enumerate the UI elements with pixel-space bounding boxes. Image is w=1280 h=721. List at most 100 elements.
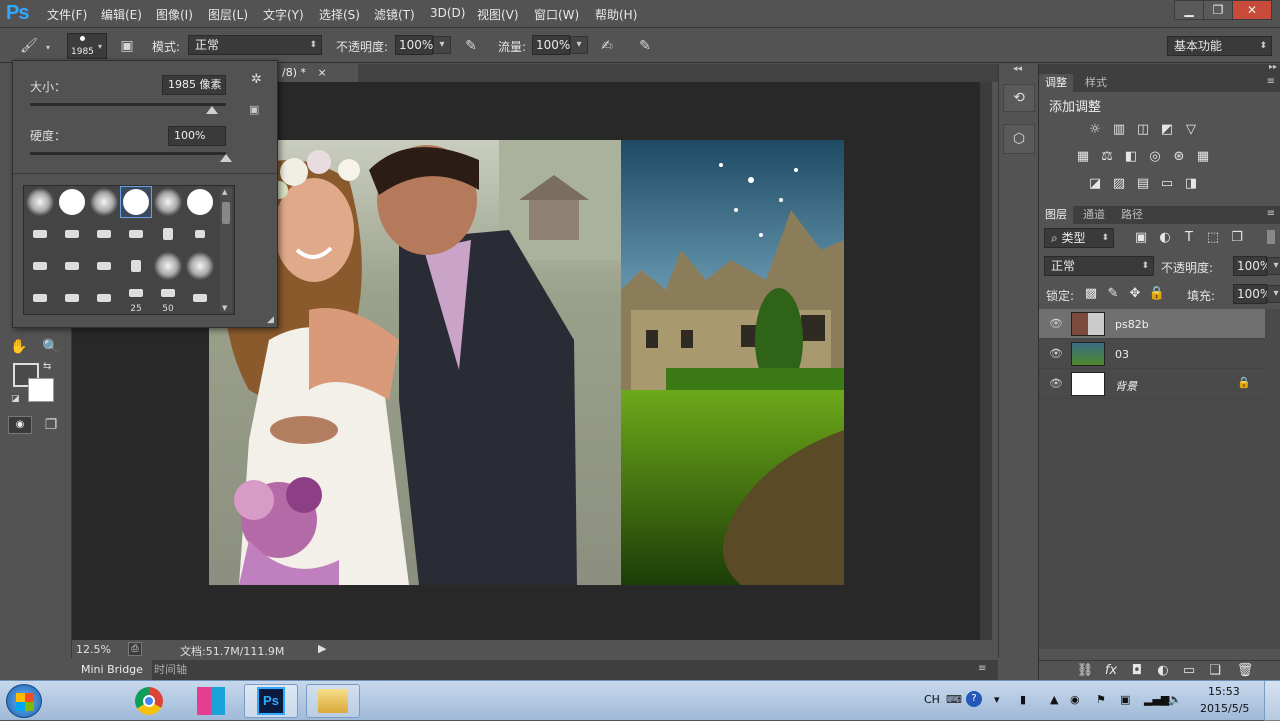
size-input[interactable]: 1985 像素 bbox=[162, 75, 226, 95]
brush-tip-shape[interactable] bbox=[184, 218, 216, 250]
brush-tip-shape[interactable] bbox=[152, 218, 184, 250]
flow-input[interactable]: 100% bbox=[532, 35, 570, 55]
menu-window[interactable]: 窗口(W) bbox=[534, 6, 579, 23]
tab-timeline[interactable]: 时间轴 bbox=[154, 660, 187, 680]
history-panel-icon[interactable]: ⟲ bbox=[1003, 84, 1035, 112]
tab-mini-bridge[interactable]: Mini Bridge bbox=[72, 660, 152, 680]
add-mask-icon[interactable]: ◘ bbox=[1127, 662, 1147, 680]
status-arrow-icon[interactable]: ▶ bbox=[318, 642, 326, 655]
filter-smart-icon[interactable]: ❐ bbox=[1227, 229, 1247, 247]
zoom-level[interactable]: 12.5% bbox=[76, 643, 111, 656]
brush-tip-shape[interactable] bbox=[88, 250, 120, 282]
screen-mode-icon[interactable]: ❐ bbox=[42, 416, 60, 434]
status-share-icon[interactable]: ⎙ bbox=[128, 642, 142, 656]
eye-icon[interactable]: 👁 bbox=[1049, 377, 1063, 391]
tray-menu-icon[interactable]: ▾ bbox=[994, 693, 1000, 706]
vertical-scrollbar[interactable] bbox=[980, 82, 992, 640]
brush-tip-soft-round[interactable] bbox=[24, 186, 56, 218]
tab-paths[interactable]: 路径 bbox=[1115, 206, 1149, 224]
filter-type-icon[interactable]: T bbox=[1179, 229, 1199, 247]
panel-menu-icon[interactable]: ≡ bbox=[1267, 76, 1275, 87]
brush-tip-shape[interactable] bbox=[120, 250, 152, 282]
show-hidden-icons-icon[interactable]: ▲ bbox=[1050, 693, 1058, 706]
clock-date[interactable]: 2015/5/5 bbox=[1200, 702, 1249, 715]
hardness-input[interactable]: 100% bbox=[168, 126, 226, 146]
tab-adjustments[interactable]: 调整 bbox=[1039, 74, 1073, 92]
menu-image[interactable]: 图像(I) bbox=[156, 6, 193, 23]
link-layers-icon[interactable]: ⛓ bbox=[1075, 662, 1095, 680]
resize-grip-icon[interactable]: ◢ bbox=[267, 315, 274, 325]
channel-mixer-icon[interactable]: ⊛ bbox=[1169, 148, 1189, 166]
brush-tip-shape[interactable] bbox=[88, 282, 120, 314]
photo-filter-icon[interactable]: ◎ bbox=[1145, 148, 1165, 166]
tab-layers[interactable]: 图层 bbox=[1039, 206, 1073, 224]
mode-select[interactable]: 正常 ⬍ bbox=[188, 35, 322, 55]
help-icon[interactable]: ? bbox=[966, 691, 982, 707]
quick-mask-icon[interactable]: ◉ bbox=[8, 416, 32, 434]
gradient-map-icon[interactable]: ▭ bbox=[1157, 175, 1177, 193]
new-preset-icon[interactable]: ▣ bbox=[249, 103, 259, 116]
input-language[interactable]: CH bbox=[924, 693, 940, 706]
opacity-input[interactable]: 100% bbox=[395, 35, 433, 55]
brush-tool-icon[interactable]: 🖌 bbox=[20, 37, 38, 55]
hardness-slider-thumb[interactable] bbox=[220, 154, 232, 162]
menu-edit[interactable]: 编辑(E) bbox=[101, 6, 142, 23]
vibrance-icon[interactable]: ▽ bbox=[1181, 121, 1201, 139]
start-button[interactable] bbox=[6, 684, 42, 718]
device-icon[interactable]: ▣ bbox=[1120, 693, 1130, 706]
taskbar-metro-app[interactable] bbox=[184, 684, 238, 718]
curves-icon[interactable]: ◫ bbox=[1133, 121, 1153, 139]
levels-icon[interactable]: ▥ bbox=[1109, 121, 1129, 139]
brush-tip-shape[interactable] bbox=[56, 250, 88, 282]
close-button[interactable]: ✕ bbox=[1232, 0, 1272, 20]
swap-colors-icon[interactable]: ⇆ bbox=[43, 361, 51, 372]
brush-grid-scrollbar[interactable]: ▲ ▼ bbox=[220, 188, 232, 312]
layer-row-03[interactable]: 👁 03 bbox=[1039, 339, 1265, 369]
show-desktop-button[interactable] bbox=[1264, 681, 1280, 721]
brush-preset-picker[interactable]: 1985 ▾ bbox=[67, 33, 107, 59]
brush-panel-toggle-icon[interactable]: ▣ bbox=[118, 37, 136, 55]
balance-icon[interactable]: ⚖ bbox=[1097, 148, 1117, 166]
battery-icon[interactable]: ▮ bbox=[1020, 693, 1026, 706]
opacity-dropdown-icon[interactable]: ▾ bbox=[433, 36, 451, 54]
brush-tip-soft-round[interactable] bbox=[152, 186, 184, 218]
lock-transparency-icon[interactable]: ▩ bbox=[1081, 285, 1101, 303]
tool-preset-arrow-icon[interactable]: ▾ bbox=[46, 43, 50, 52]
flow-dropdown-icon[interactable]: ▾ bbox=[570, 36, 588, 54]
selective-color-icon[interactable]: ◨ bbox=[1181, 175, 1201, 193]
posterize-icon[interactable]: ▨ bbox=[1109, 175, 1129, 193]
scroll-thumb[interactable] bbox=[222, 202, 230, 224]
lock-all-icon[interactable]: 🔒 bbox=[1147, 285, 1167, 303]
fx-icon[interactable]: fx bbox=[1101, 662, 1121, 680]
hue-icon[interactable]: ▦ bbox=[1073, 148, 1093, 166]
hardness-slider[interactable] bbox=[30, 152, 226, 155]
security-icon[interactable]: ◉ bbox=[1070, 693, 1080, 706]
filter-adjustment-icon[interactable]: ◐ bbox=[1155, 229, 1175, 247]
brush-tip-25[interactable]: 25 bbox=[120, 282, 152, 314]
threshold-icon[interactable]: ▤ bbox=[1133, 175, 1153, 193]
new-group-icon[interactable]: ▭ bbox=[1179, 662, 1199, 680]
menu-file[interactable]: 文件(F) bbox=[47, 6, 87, 23]
clock-time[interactable]: 15:53 bbox=[1208, 685, 1240, 698]
zoom-tool-icon[interactable]: 🔍 bbox=[42, 338, 60, 356]
eye-icon[interactable]: 👁 bbox=[1049, 347, 1063, 361]
castle-photo-image[interactable] bbox=[621, 140, 844, 585]
delete-layer-icon[interactable]: 🗑 bbox=[1235, 662, 1255, 680]
brush-tip-shape[interactable] bbox=[120, 218, 152, 250]
blend-mode-select[interactable]: 正常 ⬍ bbox=[1044, 256, 1154, 276]
brush-tip-shape[interactable] bbox=[56, 282, 88, 314]
panel-menu-icon[interactable]: ≡ bbox=[1267, 208, 1275, 219]
layer-row-ps82b[interactable]: 👁 ps82b bbox=[1039, 309, 1265, 339]
size-slider-thumb[interactable] bbox=[206, 106, 219, 114]
size-slider[interactable] bbox=[30, 103, 226, 106]
layer-opacity-dropdown-icon[interactable]: ▾ bbox=[1267, 257, 1280, 275]
scroll-up-icon[interactable]: ▲ bbox=[222, 188, 227, 196]
brush-tip-shape[interactable] bbox=[24, 218, 56, 250]
lock-position-icon[interactable]: ✥ bbox=[1125, 285, 1145, 303]
document-tab[interactable]: /8) * × bbox=[278, 64, 358, 82]
brush-tip-soft-round[interactable] bbox=[152, 250, 184, 282]
exposure-icon[interactable]: ◩ bbox=[1157, 121, 1177, 139]
pressure-size-icon[interactable]: ✎ bbox=[636, 37, 654, 55]
menu-3d[interactable]: 3D(D) bbox=[430, 6, 465, 20]
brush-tip-shape[interactable] bbox=[24, 282, 56, 314]
